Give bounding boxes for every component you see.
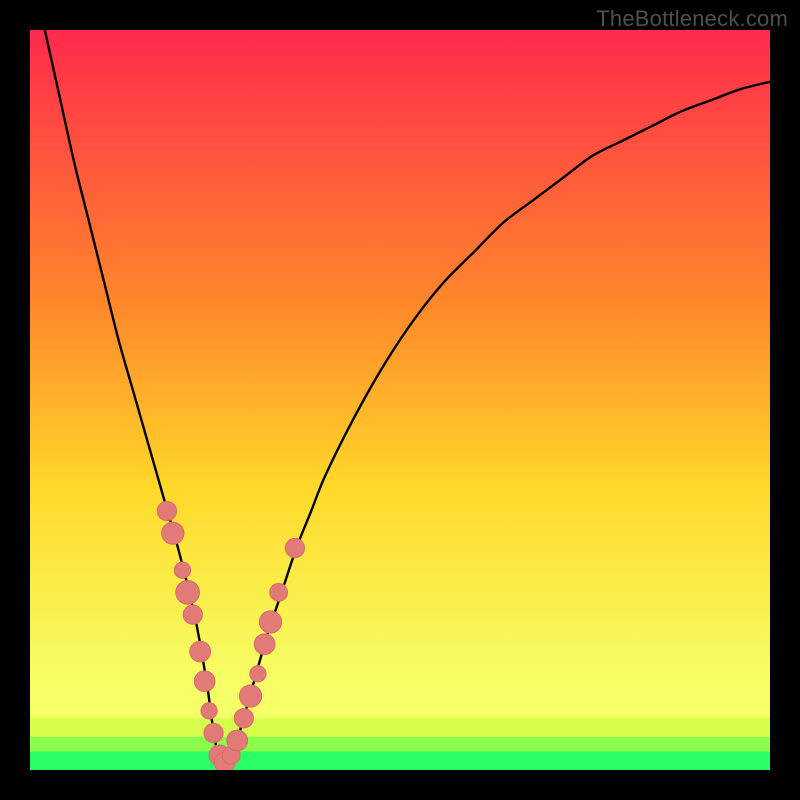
data-marker [162,522,184,544]
data-marker [250,666,266,682]
data-marker [157,501,176,520]
chart-svg [30,30,770,770]
data-marker [254,634,275,655]
data-marker [227,730,248,751]
data-marker [183,605,202,624]
data-marker [204,723,223,742]
data-marker [201,703,217,719]
data-marker [270,584,288,602]
plot-area [30,30,770,770]
data-marker [285,538,304,557]
data-marker [234,709,253,728]
data-marker [176,581,200,605]
watermark-text: TheBottleneck.com [596,6,788,32]
data-marker [239,685,261,707]
data-marker [259,611,281,633]
data-marker [190,641,211,662]
chart-frame: TheBottleneck.com [0,0,800,800]
data-marker [194,671,215,692]
data-marker [174,562,190,578]
